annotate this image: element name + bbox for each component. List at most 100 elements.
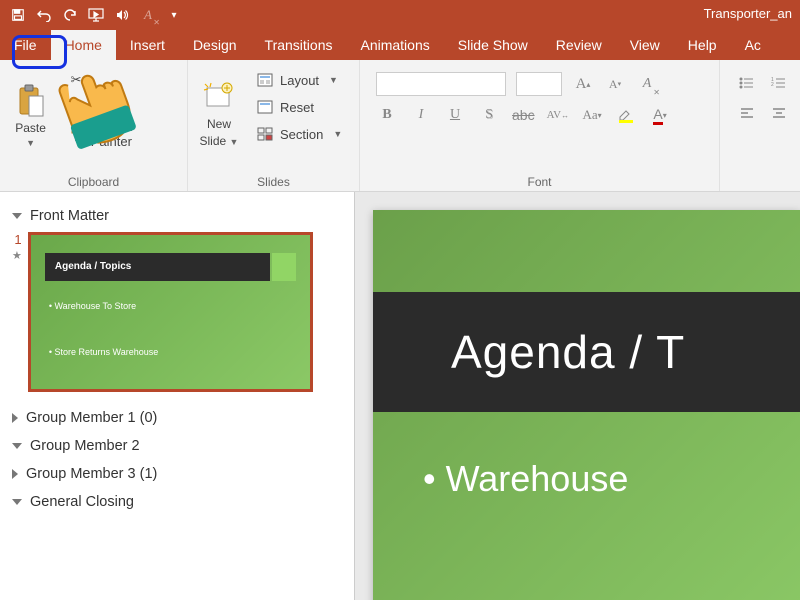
format-painter-label: Format Painter	[91, 119, 175, 149]
redo-icon[interactable]	[57, 2, 83, 28]
layout-icon	[256, 71, 274, 89]
clear-format-icon[interactable]: A✕	[636, 73, 658, 95]
char-spacing-button[interactable]: AV↔	[547, 104, 569, 126]
chevron-down-icon	[12, 213, 22, 219]
thumb-bullet-2: • Store Returns Warehouse	[49, 347, 158, 357]
layout-button[interactable]: Layout ▼	[250, 68, 348, 92]
new-slide-label2: Slide	[200, 134, 227, 148]
copy-icon	[67, 98, 85, 116]
paste-button[interactable]: Paste ▼	[6, 64, 55, 152]
new-slide-button[interactable]: New Slide ▼	[194, 64, 244, 152]
slide-editor[interactable]: Agenda / T • Warehouse	[355, 192, 800, 600]
ribbon: Paste ▼ ✂ Cut Format Painter Clipboard	[0, 60, 800, 192]
font-color-button[interactable]: A▾	[649, 104, 671, 126]
section-label: Group Member 3 (1)	[26, 466, 157, 482]
title-bar: A✕ ▾ Transporter_an	[0, 0, 800, 30]
ribbon-tabs: File Home Insert Design Transitions Anim…	[0, 30, 800, 60]
copy-button[interactable]	[61, 95, 181, 119]
tab-review[interactable]: Review	[542, 30, 616, 60]
chevron-down-icon	[12, 443, 22, 449]
tab-help[interactable]: Help	[674, 30, 731, 60]
section-gm2[interactable]: Group Member 2	[10, 432, 348, 460]
clear-format-icon-disabled: A✕	[135, 2, 161, 28]
sound-icon[interactable]	[109, 2, 135, 28]
chevron-down-icon: ▼	[333, 129, 342, 139]
slide-canvas[interactable]: Agenda / T • Warehouse	[373, 210, 800, 600]
slide-number: 1	[12, 232, 21, 247]
document-title: Transporter_an	[704, 6, 792, 21]
change-case-button[interactable]: Aa▾	[581, 104, 603, 126]
slide-bullet-1[interactable]: • Warehouse	[423, 458, 628, 500]
section-label: Group Member 1 (0)	[26, 410, 157, 426]
paste-label: Paste	[15, 121, 46, 135]
bold-button[interactable]: B	[376, 104, 398, 126]
slideshow-start-icon[interactable]	[83, 2, 109, 28]
reset-button[interactable]: Reset	[250, 95, 348, 119]
section-front-matter[interactable]: Front Matter	[10, 202, 348, 230]
paste-icon	[14, 84, 48, 118]
font-group-label: Font	[366, 173, 713, 189]
chevron-down-icon: ▼	[230, 137, 239, 147]
tab-design[interactable]: Design	[179, 30, 251, 60]
slide-thumbnail-1[interactable]: Agenda / Topics • Warehouse To Store • S…	[28, 232, 313, 392]
section-icon	[256, 125, 274, 143]
tab-view[interactable]: View	[616, 30, 674, 60]
tab-slideshow[interactable]: Slide Show	[444, 30, 542, 60]
group-font: A▴ A▾ A✕ B I U S abc AV↔ Aa▾ A▾ Font	[360, 60, 720, 191]
tab-insert[interactable]: Insert	[116, 30, 179, 60]
thumb-title: Agenda / Topics	[45, 253, 270, 281]
slide-title[interactable]: Agenda / T	[373, 292, 800, 412]
reset-label: Reset	[280, 100, 314, 115]
chevron-down-icon: ▼	[329, 75, 338, 85]
align-center-button[interactable]	[768, 102, 790, 124]
outline-pane[interactable]: Front Matter 1 ★ Agenda / Topics • Wareh…	[0, 192, 355, 600]
undo-icon[interactable]	[31, 2, 57, 28]
section-general-closing[interactable]: General Closing	[10, 488, 348, 516]
scissors-icon: ✂	[67, 71, 85, 89]
cut-button[interactable]: ✂ Cut	[61, 68, 181, 92]
bullets-button[interactable]	[736, 72, 758, 94]
quick-access-toolbar: A✕ ▾	[0, 2, 187, 28]
section-button[interactable]: Section ▼	[250, 122, 348, 146]
chevron-down-icon: ▼	[26, 138, 35, 148]
tab-animations[interactable]: Animations	[346, 30, 443, 60]
qat-customize-icon[interactable]: ▾	[161, 2, 187, 28]
clipboard-group-label: Clipboard	[6, 173, 181, 189]
underline-button[interactable]: U	[444, 104, 466, 126]
reset-icon	[256, 98, 274, 116]
section-label: Front Matter	[30, 208, 109, 224]
highlight-button[interactable]	[615, 104, 637, 126]
layout-label: Layout	[280, 73, 319, 88]
font-size-select[interactable]	[516, 72, 562, 96]
strike-button[interactable]: abc	[512, 104, 535, 126]
section-gm1[interactable]: Group Member 1 (0)	[10, 404, 348, 432]
decrease-font-icon[interactable]: A▾	[604, 73, 626, 95]
increase-font-icon[interactable]: A▴	[572, 73, 594, 95]
font-name-select[interactable]	[376, 72, 506, 96]
save-icon[interactable]	[5, 2, 31, 28]
chevron-right-icon	[12, 469, 18, 479]
chevron-right-icon	[12, 413, 18, 423]
format-painter-button[interactable]: Format Painter	[61, 122, 181, 146]
slides-group-label: Slides	[194, 173, 353, 189]
section-label: General Closing	[30, 494, 134, 510]
paintbrush-icon	[67, 125, 85, 143]
tab-transitions[interactable]: Transitions	[251, 30, 347, 60]
svg-text:2: 2	[771, 82, 774, 88]
new-slide-label1: New	[207, 117, 231, 131]
group-paragraph: 12	[720, 60, 800, 191]
italic-button[interactable]: I	[410, 104, 432, 126]
thumb-bullet-1: • Warehouse To Store	[49, 301, 136, 311]
star-icon: ★	[12, 249, 22, 262]
shadow-button[interactable]: S	[478, 104, 500, 126]
align-left-button[interactable]	[736, 102, 758, 124]
chevron-down-icon	[12, 499, 22, 505]
tab-acrobat[interactable]: Ac	[731, 30, 775, 60]
file-tab-highlight	[12, 35, 67, 69]
section-label: Section	[280, 127, 323, 142]
new-slide-icon	[202, 80, 236, 114]
section-gm3[interactable]: Group Member 3 (1)	[10, 460, 348, 488]
workspace: Front Matter 1 ★ Agenda / Topics • Wareh…	[0, 192, 800, 600]
section-label: Group Member 2	[30, 438, 140, 454]
numbering-button[interactable]: 12	[768, 72, 790, 94]
